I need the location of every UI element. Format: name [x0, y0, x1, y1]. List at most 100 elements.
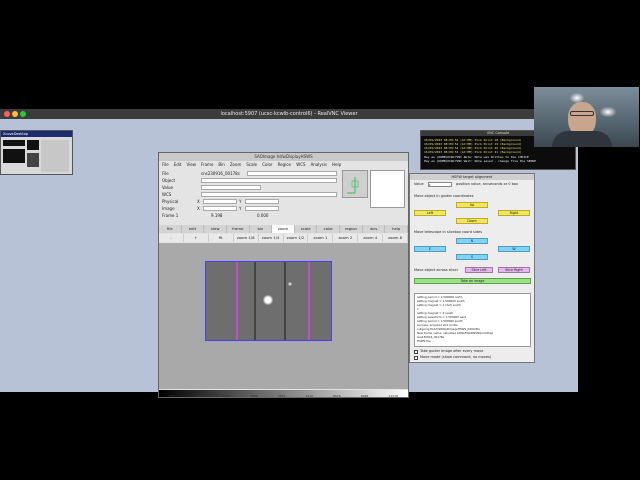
guider-up-button[interactable]: Up [456, 202, 488, 208]
slice-edge [284, 262, 286, 340]
zoom-value: 9.198 [211, 213, 223, 218]
btn-view[interactable]: view [204, 225, 227, 233]
desktop-thumb[interactable] [3, 149, 25, 163]
colorbar-tick: 4486 [250, 394, 258, 398]
frame-label: Frame 1 [162, 213, 179, 218]
zoom-1-2-button[interactable]: zoom 1/2 [284, 234, 309, 242]
move-mode-label: Move mode (show command, no moves) [420, 355, 492, 359]
log-output[interactable]: setting period = 1.500000 north setting … [414, 293, 531, 347]
file-field [247, 171, 337, 176]
menu-color[interactable]: Color [262, 161, 272, 169]
zoom-4-button[interactable]: zoom 4 [358, 234, 384, 242]
vnc-title: localhost:5907 (ucsc-kcwib-control6) - R… [220, 111, 358, 117]
slice-left-button[interactable]: Slice Left [465, 267, 493, 273]
btn-bin[interactable]: bin [250, 225, 273, 233]
btn-scale[interactable]: scale [295, 225, 318, 233]
menu-frame[interactable]: Frame [201, 161, 213, 169]
zoom-dot-icon[interactable] [20, 111, 26, 117]
ds9-title[interactable]: SAOImage hsfwDisplayHSWS [159, 153, 408, 161]
menu-help[interactable]: Help [332, 161, 341, 169]
minimize-dot-icon[interactable] [12, 111, 18, 117]
star-source [263, 295, 273, 305]
log-line: setting magnet = 1 (def) south [417, 303, 461, 307]
person-shirt [552, 131, 612, 147]
value-hint: position value, arcseconds or 0 box [456, 182, 518, 186]
menu-file[interactable]: File [162, 161, 169, 169]
zoom-1-4-button[interactable]: zoom 1/4 [259, 234, 284, 242]
menu-bin[interactable]: Bin [218, 161, 224, 169]
object-label: Object [162, 178, 176, 183]
value-label: Value [414, 182, 424, 186]
vnc-titlebar[interactable]: localhost:5907 (ucsc-kcwib-control6) - R… [0, 109, 578, 119]
menu-scale[interactable]: Scale [246, 161, 257, 169]
zoom-1-button[interactable]: zoom 1 [308, 234, 334, 242]
south-button[interactable]: S [456, 254, 488, 260]
value-field [201, 185, 261, 190]
remote-desktop: XcoveDesktop SAOImage hsfwDisplayHSWS Fi… [0, 119, 578, 398]
take-image-button[interactable]: Take an image [414, 278, 531, 284]
guider-down-button[interactable]: Down [456, 218, 488, 224]
take-guider-image-label: Take guider image after every move [420, 349, 484, 353]
zoom-buttonbar: - + fit zoom 1/8 zoom 1/4 zoom 1/2 zoom … [159, 234, 409, 242]
slice-right-button[interactable]: Slice Right [498, 267, 530, 273]
menu-view[interactable]: View [186, 161, 196, 169]
move-mode-checkbox[interactable] [414, 356, 418, 360]
desktop-thumb[interactable] [27, 140, 39, 150]
zoom-out-button[interactable]: - [159, 234, 184, 242]
angle-value: 0.000 [257, 213, 269, 218]
physical-y-field [245, 199, 279, 204]
guider-section-label: Move object in guider coordinates [414, 194, 474, 198]
east-button[interactable]: E [414, 246, 446, 252]
image-frame[interactable] [205, 261, 332, 341]
zoom-2-button[interactable]: zoom 2 [333, 234, 359, 242]
slicer-row-label: Move object across slicer [414, 268, 459, 272]
colorbar-tick: 3114 [222, 394, 231, 398]
take-guider-image-checkbox[interactable] [414, 350, 418, 354]
desktop-thumb[interactable] [27, 153, 39, 167]
colorbar-ticks: 137 1765 3114 4486 5830 7216 8576 9948 1… [159, 394, 408, 398]
guider-right-button[interactable]: Right [498, 210, 530, 216]
menu-analysis[interactable]: Analysis [311, 161, 327, 169]
webcam-overlay [534, 87, 639, 147]
menu-zoom[interactable]: Zoom [230, 161, 242, 169]
btn-edit[interactable]: edit [182, 225, 205, 233]
btn-help[interactable]: help [385, 225, 409, 233]
file-label: File [162, 171, 169, 176]
x-label: X [197, 206, 200, 211]
btn-frame[interactable]: frame [227, 225, 250, 233]
menu-region[interactable]: Region [278, 161, 292, 169]
value-input[interactable] [428, 182, 452, 187]
btn-wcs[interactable]: wcs [363, 225, 386, 233]
compass-icon [347, 177, 359, 194]
vnc-viewer-window: localhost:5907 (ucsc-kcwib-control6) - R… [0, 109, 578, 398]
btn-zoom[interactable]: zoom [272, 225, 295, 233]
desktop-thumb[interactable] [3, 140, 25, 146]
object-field [201, 178, 337, 183]
hsfw-title[interactable]: HSFW target alignment [410, 174, 534, 180]
btn-color[interactable]: color [317, 225, 341, 233]
menu-edit[interactable]: Edit [174, 161, 182, 169]
ds9-window: SAOImage hsfwDisplayHSWS File Edit View … [158, 152, 409, 398]
image-x-field [203, 206, 237, 211]
btn-region[interactable]: region [340, 225, 363, 233]
menu-wcs[interactable]: WCS [296, 161, 305, 169]
y-label: Y [239, 199, 242, 204]
desktop-thumb[interactable] [41, 140, 69, 172]
image-canvas[interactable] [159, 243, 408, 389]
btn-file[interactable]: file [159, 225, 182, 233]
image-label: Image [162, 206, 175, 211]
colorbar-tick: 5830 [277, 394, 286, 398]
x-label: X [197, 199, 200, 204]
north-button[interactable]: N [456, 238, 488, 244]
zoom-1-8-button[interactable]: zoom 1/8 [234, 234, 259, 242]
west-button[interactable]: W [498, 246, 530, 252]
zoom-8-button[interactable]: zoom 8 [383, 234, 409, 242]
x-desktop-window[interactable]: XcoveDesktop [0, 130, 73, 175]
star-source [288, 282, 292, 286]
close-dot-icon[interactable] [4, 111, 10, 117]
zoom-fit-button[interactable]: fit [209, 234, 234, 242]
panner[interactable] [342, 170, 368, 198]
guider-left-button[interactable]: Left [414, 210, 446, 216]
wcs-field [201, 192, 337, 197]
zoom-in-button[interactable]: + [184, 234, 209, 242]
